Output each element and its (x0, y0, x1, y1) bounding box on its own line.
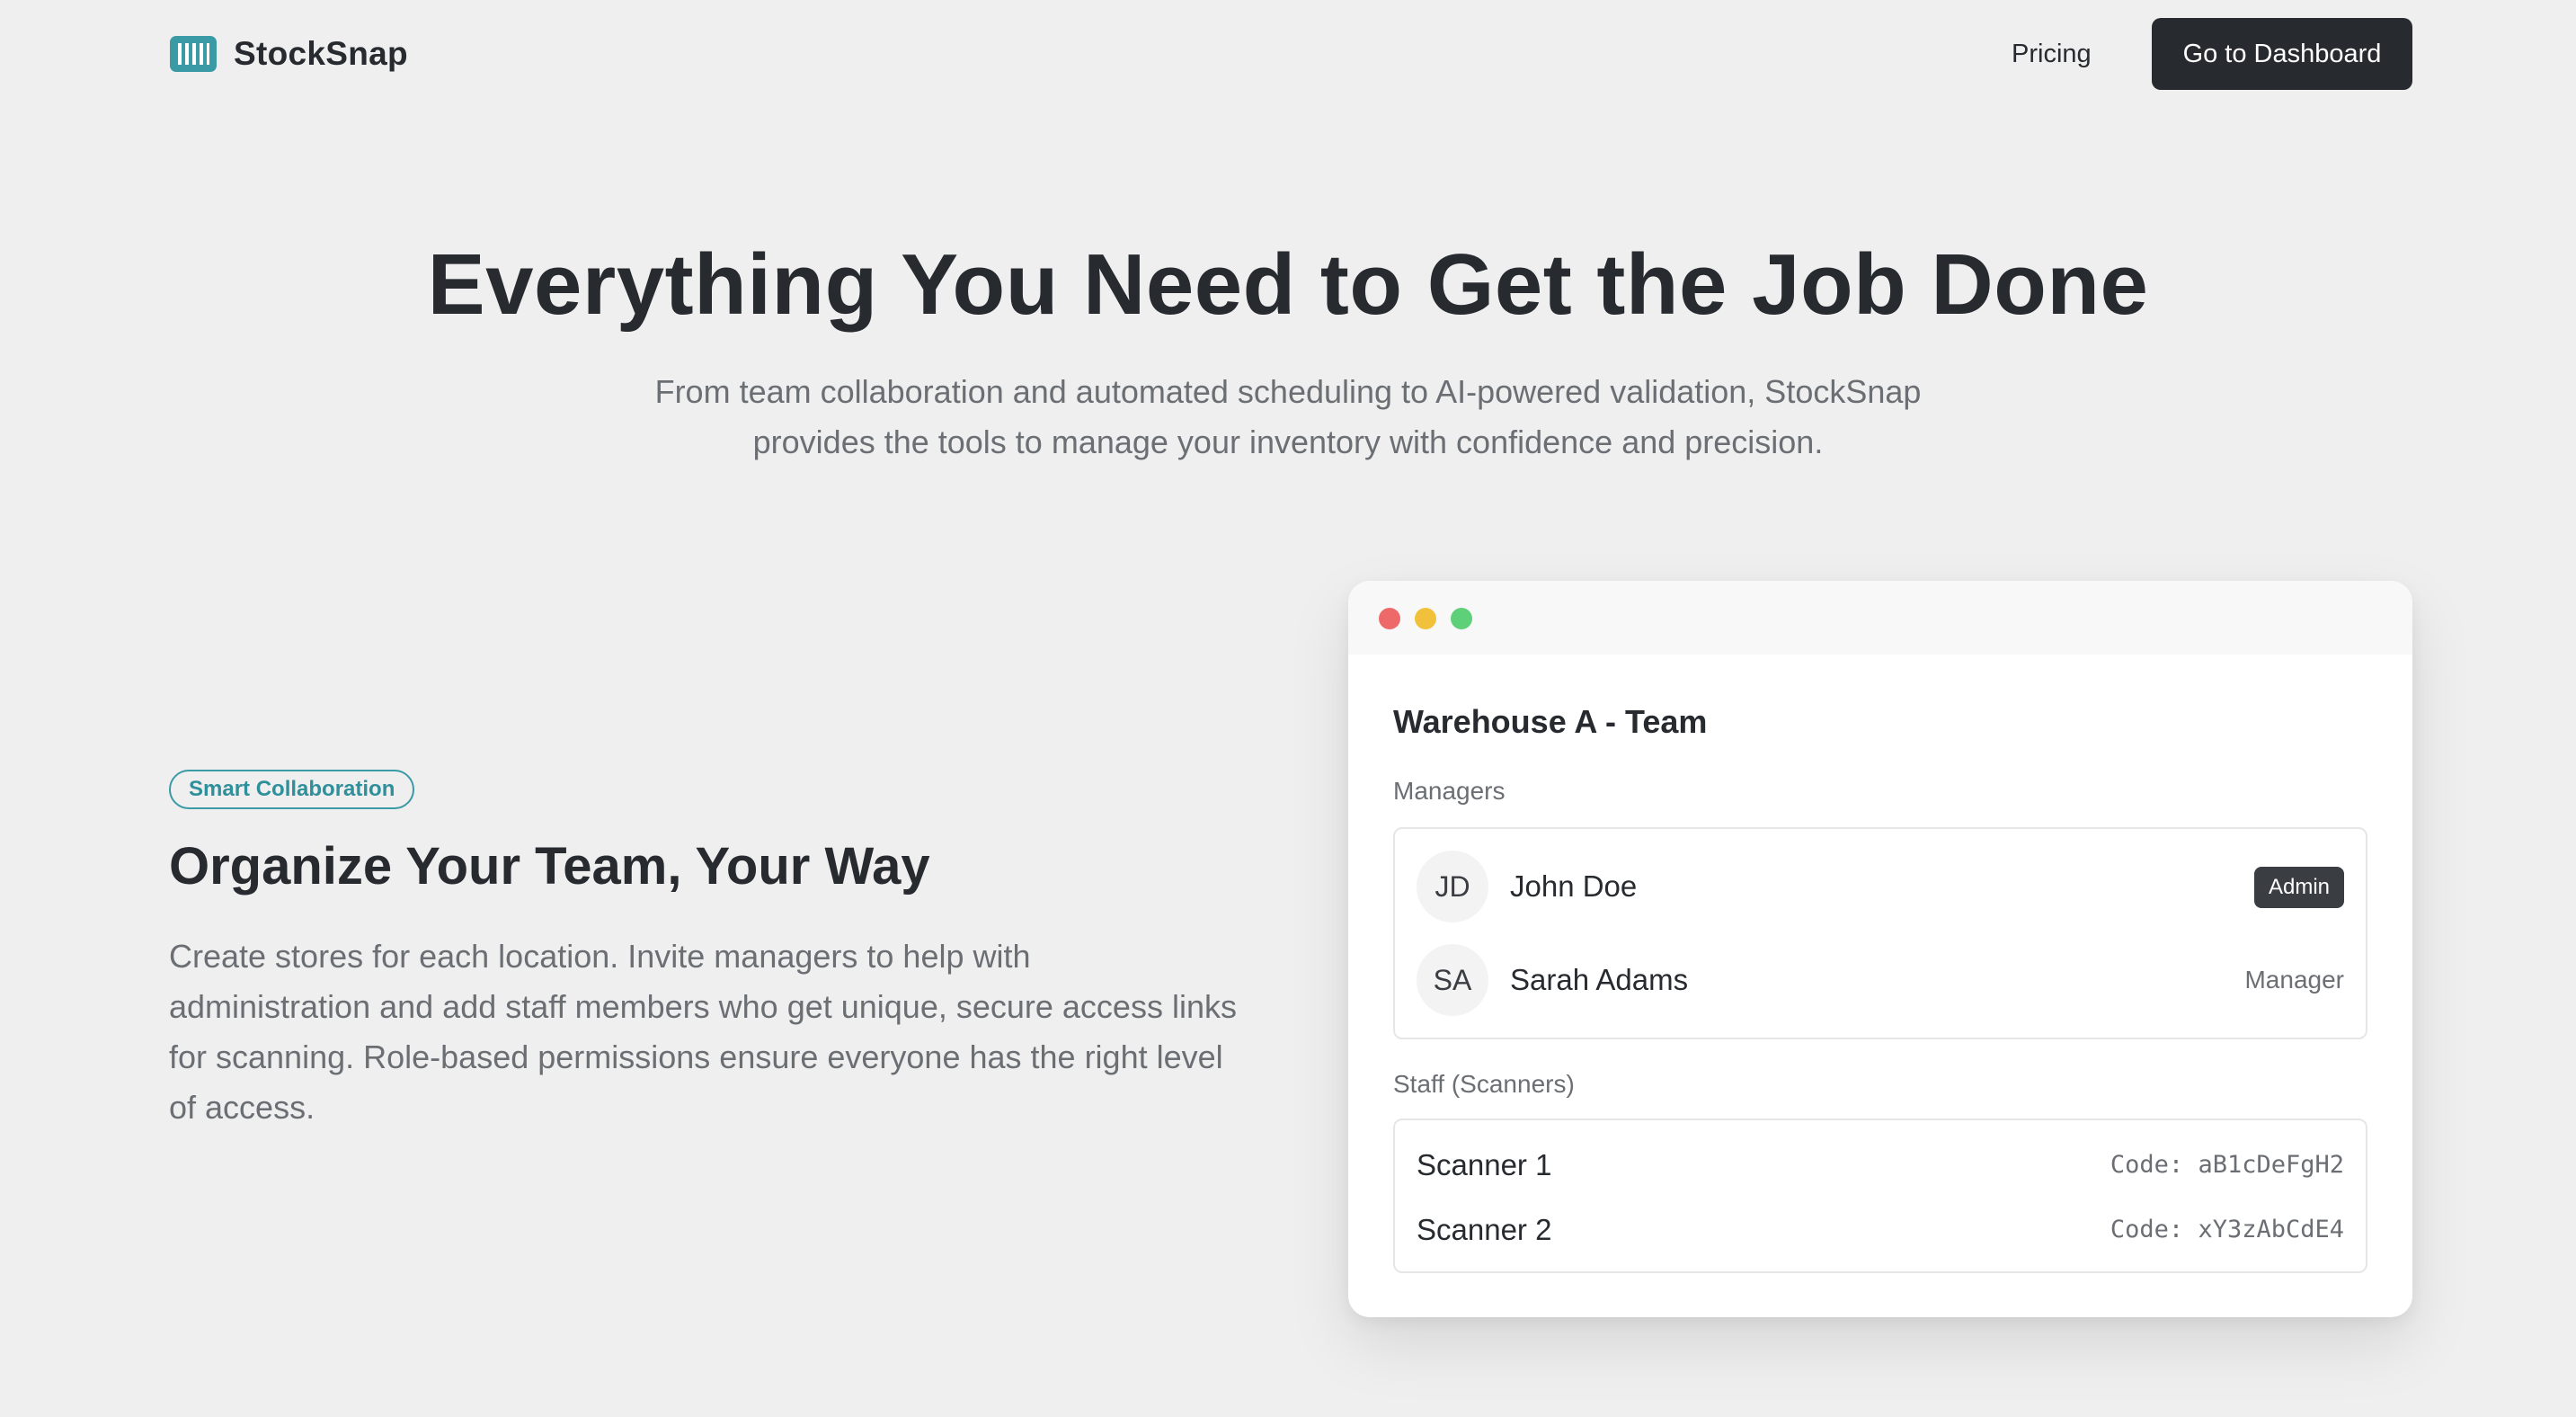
avatar: JD (1417, 851, 1488, 922)
site-header: StockSnap Pricing Go to Dashboard (0, 0, 2576, 108)
managers-list: JD John Doe Admin SA Sarah Adams Manager (1393, 827, 2367, 1039)
window-close-dot-icon (1379, 608, 1400, 629)
manager-row[interactable]: SA Sarah Adams Manager (1395, 942, 2366, 1018)
staff-label: Staff (Scanners) (1393, 1070, 1575, 1098)
scanner-row[interactable]: Scanner 1 Code: aB1cDeFgH2 (1395, 1138, 2366, 1192)
brand-logo[interactable]: StockSnap (169, 32, 408, 76)
staff-list: Scanner 1 Code: aB1cDeFgH2 Scanner 2 Cod… (1393, 1118, 2367, 1273)
hero-title: Everything You Need to Get the Job Done (427, 236, 2149, 333)
hero-subtitle-line-2: provides the tools to manage your invent… (752, 423, 1824, 460)
manager-name: John Doe (1510, 869, 1638, 903)
scanner-name: Scanner 2 (1417, 1213, 1552, 1246)
brand-name: StockSnap (234, 35, 408, 72)
managers-label: Managers (1393, 777, 1506, 805)
role-badge-admin: Admin (2253, 867, 2344, 908)
scanner-access-code: Code: aB1cDeFgH2 (2110, 1151, 2344, 1179)
hero-subtitle: From team collaboration and automated sc… (569, 367, 2007, 468)
hero-subtitle-line-1: From team collaboration and automated sc… (654, 373, 1922, 410)
nav-pricing-link[interactable]: Pricing (2012, 32, 2092, 76)
scanner-name: Scanner 1 (1417, 1148, 1552, 1181)
team-preview-window: Warehouse A - Team Managers JD John Doe … (1348, 581, 2412, 1317)
manager-row[interactable]: JD John Doe Admin (1395, 849, 2366, 924)
role-label-manager: Manager (2244, 966, 2344, 994)
window-maximize-dot-icon (1451, 608, 1472, 629)
window-minimize-dot-icon (1415, 608, 1436, 629)
team-title: Warehouse A - Team (1393, 703, 1708, 740)
go-to-dashboard-button[interactable]: Go to Dashboard (2152, 18, 2412, 90)
feature-badge: Smart Collaboration (169, 770, 415, 809)
manager-name: Sarah Adams (1510, 963, 1689, 996)
feature-description: Create stores for each location. Invite … (169, 938, 1237, 1126)
barcode-icon (170, 36, 217, 72)
avatar: SA (1417, 944, 1488, 1016)
scanner-row[interactable]: Scanner 2 Code: xY3zAbCdE4 (1395, 1203, 2366, 1257)
window-titlebar (1348, 581, 2412, 655)
feature-title: Organize Your Team, Your Way (169, 837, 930, 896)
scanner-access-code: Code: xY3zAbCdE4 (2110, 1216, 2344, 1243)
